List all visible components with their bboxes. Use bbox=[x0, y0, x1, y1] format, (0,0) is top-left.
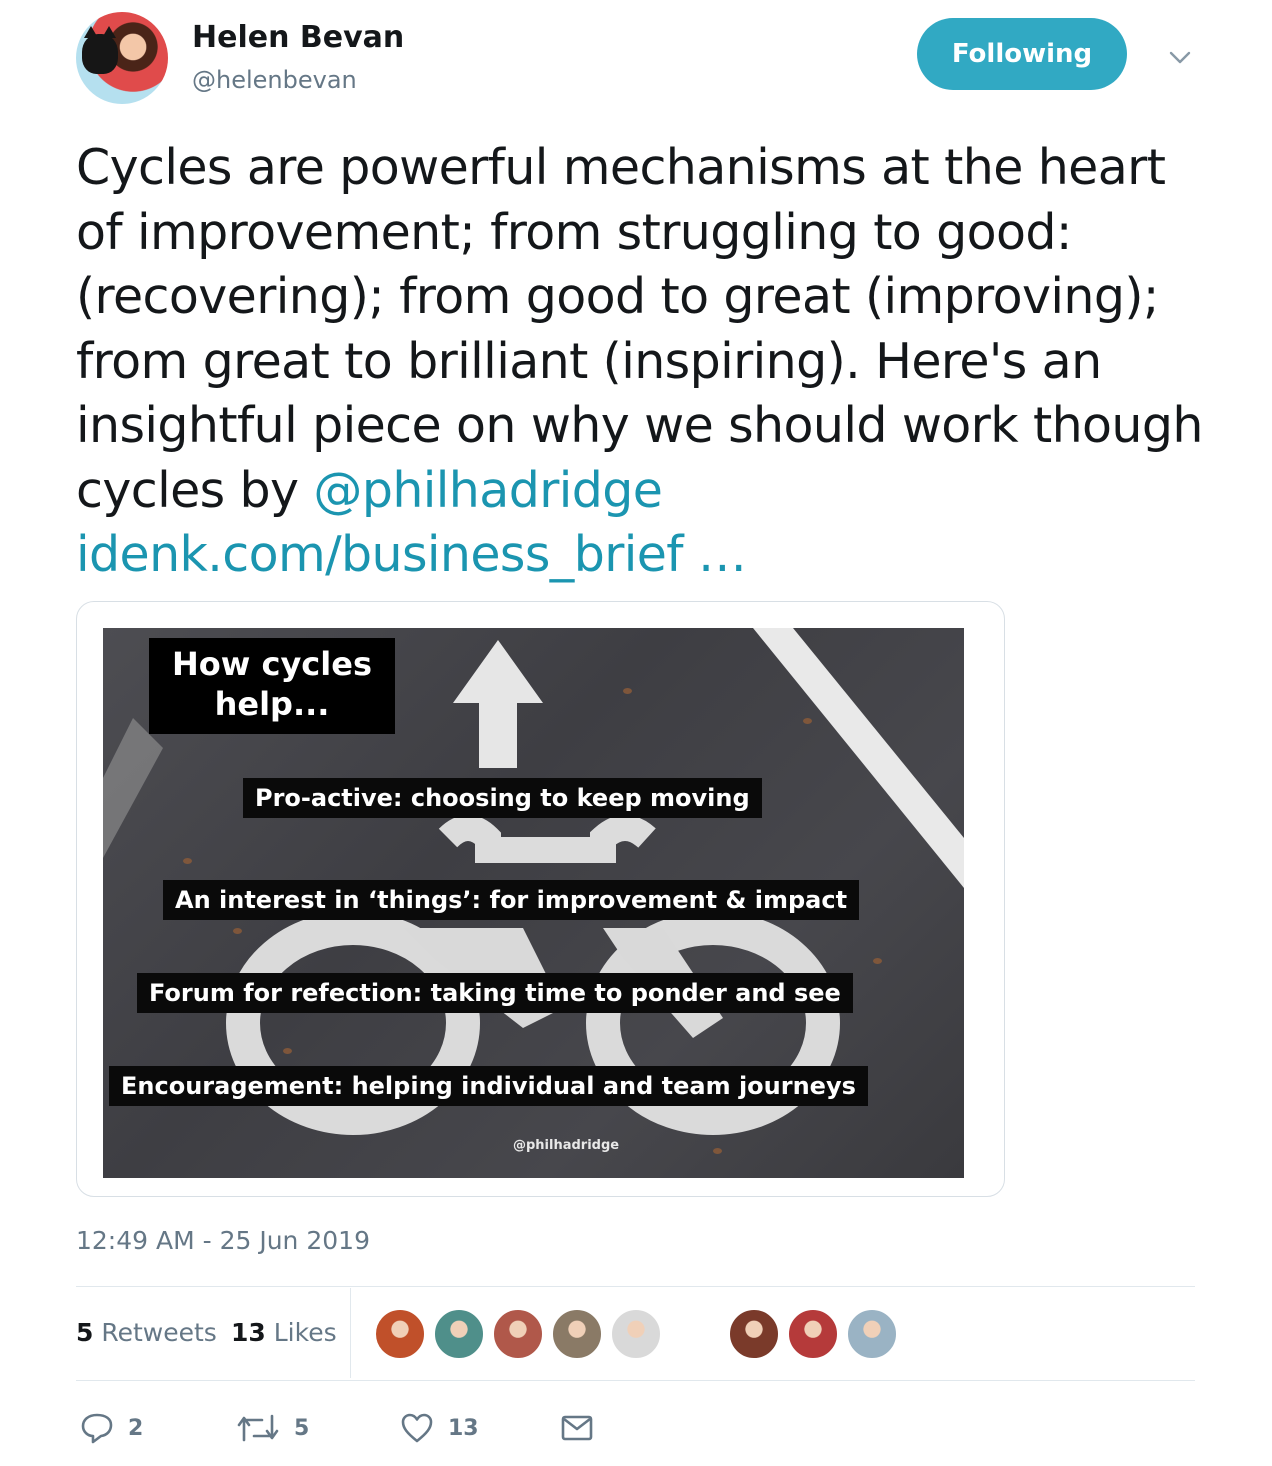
retweet-button[interactable]: 5 bbox=[236, 1410, 309, 1446]
avatar[interactable] bbox=[76, 12, 168, 104]
reply-count: 2 bbox=[128, 1415, 144, 1441]
tweet-photo[interactable]: How cycles help... Pro-active: choosing … bbox=[103, 628, 964, 1178]
mention-link[interactable]: @philhadridge bbox=[313, 462, 662, 519]
direct-message-button[interactable] bbox=[560, 1410, 594, 1446]
tweet-timestamp[interactable]: 12:49 AM - 25 Jun 2019 bbox=[76, 1226, 370, 1255]
image-label-2: An interest in ‘things’: for improvement… bbox=[163, 880, 860, 920]
like-button[interactable]: 13 bbox=[400, 1410, 479, 1446]
retweet-count: 5 bbox=[294, 1415, 310, 1441]
image-label-1: Pro-active: choosing to keep moving bbox=[243, 778, 762, 818]
liker-avatar[interactable] bbox=[728, 1308, 780, 1360]
liker-avatar[interactable] bbox=[669, 1308, 721, 1360]
reply-button[interactable]: 2 bbox=[80, 1410, 143, 1446]
liker-avatar[interactable] bbox=[610, 1308, 662, 1360]
liker-avatar[interactable] bbox=[787, 1308, 839, 1360]
url-link[interactable]: idenk.com/business_brief … bbox=[76, 526, 747, 583]
tweet-header: Helen Bevan @helenbevan Following bbox=[76, 12, 1206, 108]
cat-figure bbox=[82, 26, 118, 74]
tweet-text: Cycles are powerful mechanisms at the he… bbox=[76, 136, 1216, 588]
reply-icon bbox=[81, 1413, 113, 1444]
tweet-stats: 5 Retweets 13 Likes bbox=[76, 1288, 1195, 1378]
image-label-3: Forum for refection: taking time to pond… bbox=[137, 973, 853, 1013]
likes-count: 13 bbox=[231, 1318, 266, 1347]
divider bbox=[76, 1286, 1195, 1287]
stats-separator bbox=[350, 1288, 351, 1378]
retweets-count: 5 bbox=[76, 1318, 94, 1347]
liker-avatar[interactable] bbox=[492, 1308, 544, 1360]
liker-avatar[interactable] bbox=[374, 1308, 426, 1360]
envelope-icon bbox=[561, 1415, 593, 1441]
media-card[interactable]: How cycles help... Pro-active: choosing … bbox=[76, 601, 1005, 1197]
like-count: 13 bbox=[448, 1415, 479, 1441]
likes-stat[interactable]: 13 Likes bbox=[231, 1318, 337, 1347]
image-title: How cycles help... bbox=[149, 638, 395, 734]
retweet-icon bbox=[237, 1414, 279, 1442]
image-credit: @philhadridge bbox=[513, 1138, 620, 1153]
liker-avatar[interactable] bbox=[846, 1308, 898, 1360]
following-button[interactable]: Following bbox=[917, 18, 1127, 90]
tweet-actions: 2 5 13 bbox=[76, 1396, 676, 1456]
image-label-4: Encouragement: helping individual and te… bbox=[109, 1066, 868, 1106]
divider bbox=[76, 1380, 1195, 1381]
heart-icon bbox=[401, 1413, 433, 1443]
chevron-down-icon[interactable] bbox=[1168, 50, 1192, 66]
liker-avatar[interactable] bbox=[433, 1308, 485, 1360]
likes-label: Likes bbox=[273, 1318, 337, 1347]
retweets-label: Retweets bbox=[101, 1318, 217, 1347]
liker-avatar[interactable] bbox=[551, 1308, 603, 1360]
user-handle[interactable]: @helenbevan bbox=[192, 66, 357, 94]
display-name[interactable]: Helen Bevan bbox=[192, 20, 404, 55]
retweets-stat[interactable]: 5 Retweets bbox=[76, 1318, 217, 1347]
